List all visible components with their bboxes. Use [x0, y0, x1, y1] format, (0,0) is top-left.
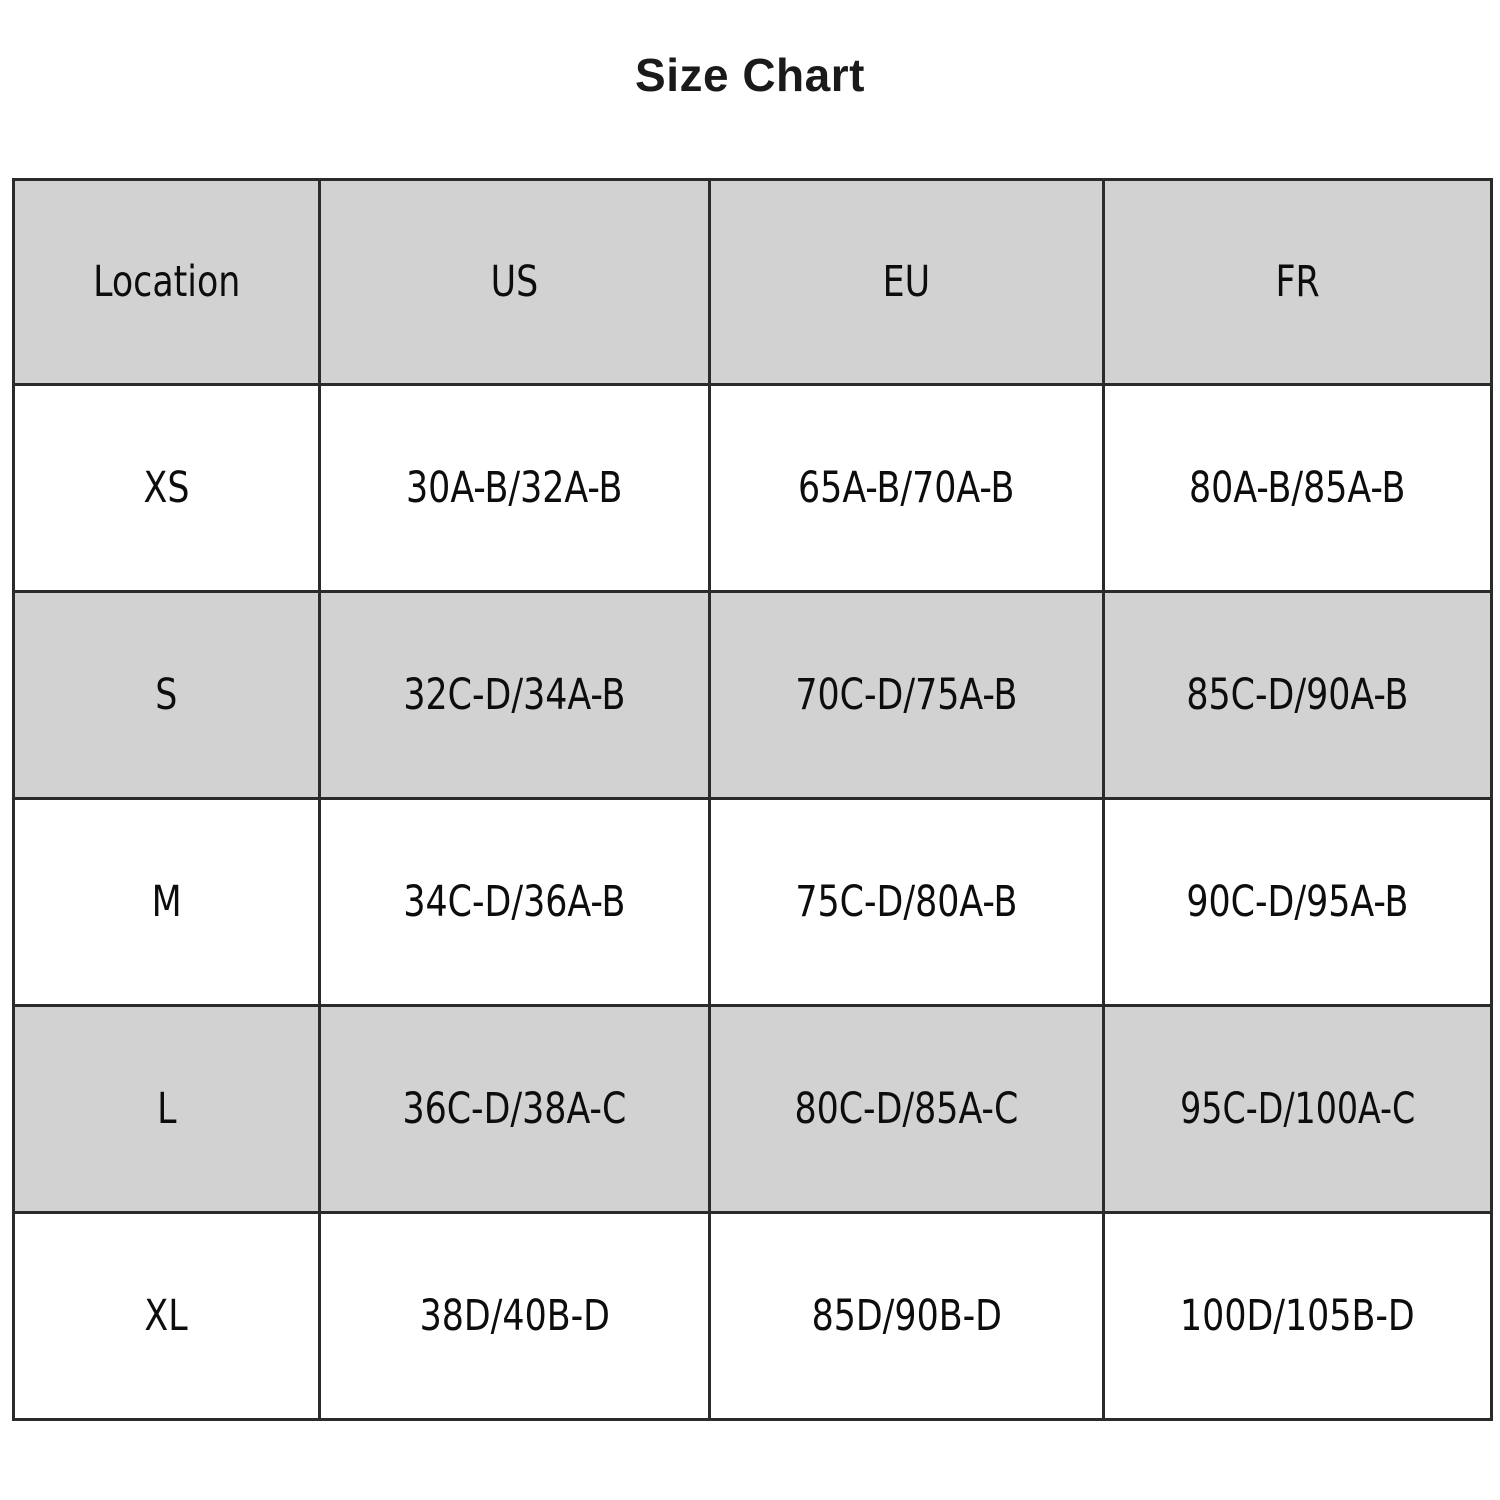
cell-fr: 85C-D/90A-B: [1102, 590, 1493, 800]
cell-location: S: [12, 590, 321, 800]
cell-us: 34C-D/36A-B: [318, 797, 711, 1007]
cell-us: 32C-D/34A-B: [318, 590, 711, 800]
cell-eu-value: 85D/90B-D: [811, 1291, 1002, 1341]
cell-location-value: XL: [144, 1291, 189, 1341]
column-header-fr: FR: [1102, 178, 1493, 386]
cell-eu: 75C-D/80A-B: [708, 797, 1105, 1007]
column-header-eu: EU: [708, 178, 1105, 386]
table-row: S 32C-D/34A-B 70C-D/75A-B 85C-D/90A-B: [12, 590, 1493, 800]
table-header-row: Location US EU FR: [12, 178, 1493, 386]
cell-location-value: M: [151, 877, 182, 927]
cell-eu: 70C-D/75A-B: [708, 590, 1105, 800]
column-header-us-label: US: [490, 257, 539, 307]
column-header-us: US: [318, 178, 711, 386]
cell-fr: 90C-D/95A-B: [1102, 797, 1493, 1007]
cell-us-value: 34C-D/36A-B: [403, 877, 626, 927]
cell-location-value: L: [156, 1084, 177, 1134]
size-chart-table-container: Location US EU FR XS 30A-B/32A-B 65A-B/7…: [12, 178, 1493, 1421]
cell-fr-value: 80A-B/85A-B: [1189, 463, 1406, 513]
column-header-location: Location: [12, 178, 321, 386]
table-row: L 36C-D/38A-C 80C-D/85A-C 95C-D/100A-C: [12, 1004, 1493, 1214]
cell-location-value: S: [155, 670, 178, 720]
page-title: Size Chart: [635, 49, 865, 101]
cell-us: 38D/40B-D: [318, 1211, 711, 1421]
cell-us-value: 30A-B/32A-B: [406, 463, 623, 513]
cell-fr-value: 100D/105B-D: [1180, 1291, 1415, 1341]
cell-location-value: XS: [143, 463, 190, 513]
cell-us-value: 38D/40B-D: [419, 1291, 610, 1341]
cell-eu-value: 65A-B/70A-B: [798, 463, 1015, 513]
cell-fr-value: 85C-D/90A-B: [1186, 670, 1409, 720]
cell-eu: 80C-D/85A-C: [708, 1004, 1105, 1214]
table-row: XL 38D/40B-D 85D/90B-D 100D/105B-D: [12, 1211, 1493, 1421]
column-header-location-label: Location: [92, 257, 241, 307]
table-row: M 34C-D/36A-B 75C-D/80A-B 90C-D/95A-B: [12, 797, 1493, 1007]
cell-eu-value: 70C-D/75A-B: [795, 670, 1018, 720]
cell-eu: 85D/90B-D: [708, 1211, 1105, 1421]
cell-fr-value: 95C-D/100A-C: [1179, 1084, 1416, 1134]
cell-location: M: [12, 797, 321, 1007]
cell-us-value: 36C-D/38A-C: [402, 1084, 627, 1134]
cell-fr: 80A-B/85A-B: [1102, 383, 1493, 593]
table-row: XS 30A-B/32A-B 65A-B/70A-B 80A-B/85A-B: [12, 383, 1493, 593]
cell-location: L: [12, 1004, 321, 1214]
cell-us: 36C-D/38A-C: [318, 1004, 711, 1214]
cell-fr: 100D/105B-D: [1102, 1211, 1493, 1421]
column-header-fr-label: FR: [1275, 257, 1320, 307]
column-header-eu-label: EU: [882, 257, 931, 307]
size-chart-page: Size Chart Location US EU FR XS 30A-B/32…: [0, 0, 1500, 1500]
cell-eu: 65A-B/70A-B: [708, 383, 1105, 593]
cell-eu-value: 75C-D/80A-B: [795, 877, 1018, 927]
cell-fr-value: 90C-D/95A-B: [1186, 877, 1409, 927]
size-chart-table: Location US EU FR XS 30A-B/32A-B 65A-B/7…: [12, 178, 1493, 1421]
cell-location: XS: [12, 383, 321, 593]
cell-us-value: 32C-D/34A-B: [403, 670, 626, 720]
cell-us: 30A-B/32A-B: [318, 383, 711, 593]
cell-fr: 95C-D/100A-C: [1102, 1004, 1493, 1214]
cell-location: XL: [12, 1211, 321, 1421]
cell-eu-value: 80C-D/85A-C: [794, 1084, 1019, 1134]
